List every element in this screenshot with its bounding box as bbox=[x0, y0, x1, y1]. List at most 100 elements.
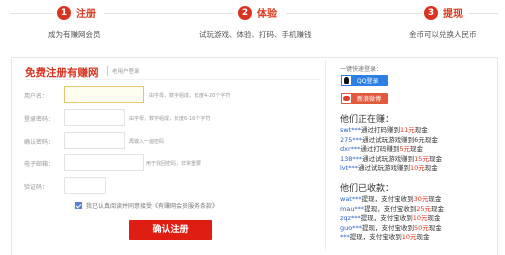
weibo-icon bbox=[341, 93, 352, 104]
confirm-password-hint: 再输入一遍密码 bbox=[129, 139, 165, 145]
amount-suffix: 现金 bbox=[428, 195, 442, 203]
earning-text: 通过试玩游戏赚到 bbox=[362, 154, 415, 163]
user-name: dxr*** bbox=[340, 145, 361, 153]
withdrawn-text: 提现，支付宝收到 bbox=[364, 204, 417, 213]
list-item: lvt***通过试玩游戏赚到10元现金 bbox=[340, 164, 442, 174]
title-divider bbox=[25, 79, 320, 80]
email-label: 电子邮箱： bbox=[24, 161, 55, 168]
amount: 10元 bbox=[409, 164, 425, 172]
user-name: 138*** bbox=[340, 154, 363, 163]
list-item: wat***提现，支付宝收到30元现金 bbox=[340, 195, 444, 205]
qq-login-label: QQ登录 bbox=[357, 78, 379, 85]
username-input[interactable] bbox=[64, 86, 144, 103]
withdrawn-text: 提现，支付宝收到 bbox=[361, 223, 414, 232]
qq-icon bbox=[341, 75, 352, 86]
earning-text: 通过试玩游戏赚到 bbox=[357, 164, 410, 172]
step-label: 体验 bbox=[257, 9, 277, 20]
step-divider bbox=[468, 13, 498, 14]
user-name: zqz*** bbox=[340, 214, 361, 222]
step-description: 试玩游戏、体验、打码、手机赚钱 bbox=[199, 30, 312, 39]
amount: 50元 bbox=[413, 223, 429, 232]
amount-suffix: 现金 bbox=[416, 233, 430, 241]
amount-suffix: 现金 bbox=[410, 145, 424, 153]
terms-text: 我已认真阅读并同意接受《有赚网会员服务条款》 bbox=[86, 203, 219, 210]
step-number-badge: 1 bbox=[57, 5, 71, 20]
withdrawn-text: 提现，支付宝收到 bbox=[360, 214, 413, 222]
user-name: wat*** bbox=[340, 195, 362, 203]
step-description: 成为有赚网会员 bbox=[48, 30, 101, 39]
step-experience: 2 体验 bbox=[238, 5, 277, 20]
terms-checkbox[interactable] bbox=[75, 202, 82, 209]
list-item: dxr***通过打码赚到5元现金 bbox=[340, 145, 442, 155]
amount: 30元 bbox=[413, 195, 429, 203]
withdrawn-list: wat***提现，支付宝收到30元现金 mau***提现，支付宝收到25元现金 … bbox=[340, 195, 444, 243]
user-name: 275*** bbox=[340, 135, 363, 144]
amount-suffix: 现金 bbox=[430, 204, 444, 213]
step-number-badge: 2 bbox=[238, 5, 252, 20]
earning-section-title: 他们正在赚： bbox=[340, 115, 395, 125]
weibo-login-label: 新浪微博 bbox=[357, 96, 382, 103]
list-item: swt***通过打码赚到11元现金 bbox=[340, 126, 442, 136]
username-hint: 由字母，数字组成，长度4-20个字符 bbox=[149, 93, 231, 99]
amount: 25元 bbox=[416, 204, 431, 213]
amount: 5元 bbox=[399, 145, 411, 153]
amount: 10元 bbox=[401, 233, 417, 241]
amount: 15元 bbox=[414, 154, 429, 163]
email-hint: 用于找回密码，非常重要 bbox=[146, 161, 202, 167]
step-description: 金币可以兑换人民币 bbox=[409, 30, 477, 39]
step-divider bbox=[286, 13, 422, 14]
list-item: 275***通过试玩游戏赚到6元现金 bbox=[340, 136, 442, 146]
earning-text: 通过打码赚到 bbox=[360, 145, 400, 153]
amount-suffix: 现金 bbox=[424, 135, 438, 144]
quick-login-title: 一键快速登录： bbox=[340, 66, 383, 73]
step-withdraw: 3 提现 bbox=[424, 5, 463, 20]
step-register: 1 注册 bbox=[57, 5, 96, 20]
email-input[interactable] bbox=[64, 154, 144, 171]
earning-text: 通过试玩游戏赚到6元 bbox=[362, 135, 425, 144]
amount-suffix: 现金 bbox=[424, 164, 438, 172]
amount-suffix: 现金 bbox=[414, 126, 428, 134]
step-divider bbox=[104, 13, 234, 14]
amount: 11元 bbox=[400, 126, 415, 134]
list-item: ***提现，支付宝收到10元现金 bbox=[340, 233, 444, 243]
user-name: swt*** bbox=[340, 126, 362, 134]
earning-list: swt***通过打码赚到11元现金 275***通过试玩游戏赚到6元现金 dxr… bbox=[340, 126, 442, 174]
password-input[interactable] bbox=[64, 109, 125, 126]
list-item: 138***通过试玩游戏赚到15元现金 bbox=[340, 155, 442, 165]
username-label: 用户名： bbox=[24, 93, 49, 100]
form-title: 免费注册有赚网 bbox=[25, 67, 99, 79]
password-hint: 由字母，数字组成，长度6-16个字符 bbox=[129, 116, 211, 122]
title-separator bbox=[107, 66, 108, 76]
steps-header: 1 注册 2 体验 3 提现 成为有赚网会员 试玩游戏、体验、打码、手机赚钱 金… bbox=[0, 0, 505, 48]
step-label: 注册 bbox=[76, 9, 96, 20]
withdrawn-section-title: 他们已收款： bbox=[340, 184, 395, 194]
user-name: lvt*** bbox=[340, 164, 358, 172]
amount-suffix: 现金 bbox=[428, 223, 442, 232]
withdrawn-text: 提现，支付宝收到 bbox=[361, 195, 414, 203]
list-item: mau***提现，支付宝收到25元现金 bbox=[340, 205, 444, 215]
amount-suffix: 现金 bbox=[427, 214, 441, 222]
weibo-login-button[interactable]: 新浪微博 bbox=[341, 93, 388, 104]
user-name: guo*** bbox=[340, 223, 362, 232]
list-item: zqz***提现，支付宝收到10元现金 bbox=[340, 214, 444, 224]
earning-text: 通过打码赚到 bbox=[361, 126, 401, 134]
user-name: mau*** bbox=[340, 204, 365, 213]
qq-login-button[interactable]: QQ登录 bbox=[341, 75, 388, 86]
captcha-input[interactable] bbox=[64, 177, 106, 194]
existing-user-login-link[interactable]: 老用户登录 bbox=[112, 67, 140, 75]
step-label: 提现 bbox=[443, 9, 463, 20]
confirm-register-button[interactable]: 确认注册 bbox=[129, 220, 212, 240]
step-divider bbox=[10, 13, 54, 14]
step-number-badge: 3 bbox=[424, 5, 438, 20]
confirm-password-label: 确认密码： bbox=[24, 139, 55, 146]
terms-agreement[interactable]: 我已认真阅读并同意接受《有赚网会员服务条款》 bbox=[75, 201, 218, 210]
withdrawn-text: 提现，支付宝收到 bbox=[349, 233, 402, 241]
user-name: *** bbox=[340, 233, 350, 241]
amount: 10元 bbox=[412, 214, 428, 222]
column-divider bbox=[325, 60, 326, 250]
password-label: 登录密码： bbox=[24, 116, 55, 123]
confirm-password-input[interactable] bbox=[64, 132, 125, 149]
list-item: guo***提现，支付宝收到50元现金 bbox=[340, 224, 444, 234]
captcha-label: 验证码： bbox=[24, 184, 49, 191]
amount-suffix: 现金 bbox=[428, 154, 442, 163]
